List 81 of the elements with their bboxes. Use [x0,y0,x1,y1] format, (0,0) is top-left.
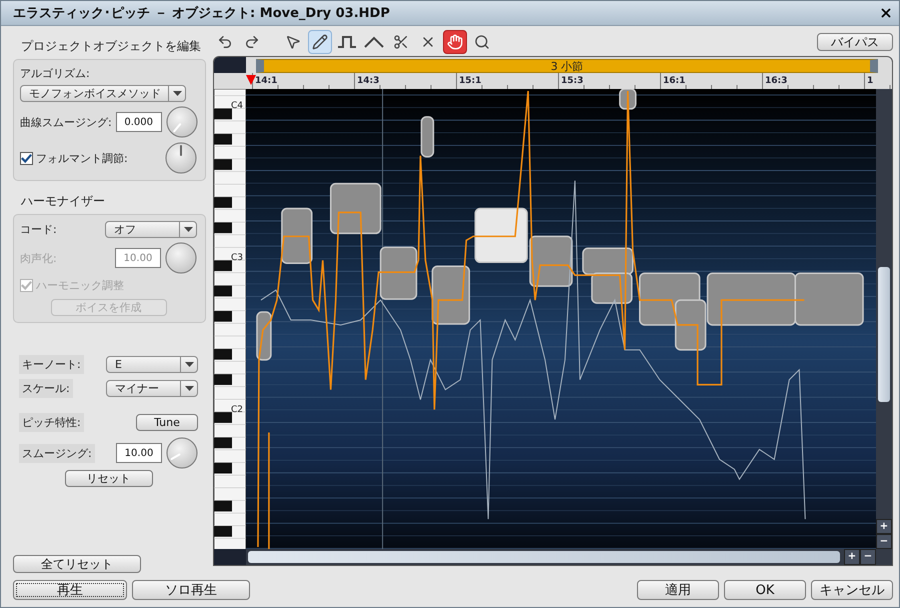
knob[interactable] [166,437,198,469]
field-label: アルゴリズム: [20,66,91,81]
checkbox-label: フォルマント調節: [36,150,128,166]
field-label: 肉声化: [20,250,57,266]
pencil-tool[interactable] [308,30,332,54]
corner-block [214,549,246,565]
pencil-icon [312,34,328,50]
dropdown[interactable]: マイナー [106,380,198,397]
region-label: 3 小節 [550,58,584,74]
note-block[interactable] [420,116,434,158]
number-field[interactable]: 10.00 [116,443,162,463]
knob[interactable] [165,242,197,274]
dropdown[interactable]: オフ [105,221,197,238]
scissors-icon [393,34,409,50]
knob[interactable] [166,106,198,138]
solo-play-button[interactable]: ソロ再生 [132,580,250,600]
cancel-button[interactable]: キャンセル [811,580,893,600]
horizontal-scrollbar[interactable]: + − [214,549,892,565]
caret-icon [184,227,192,232]
play-button[interactable]: 再生 [13,580,127,600]
field-label: コード: [20,222,57,237]
ruler-label: 15:3 [560,76,584,86]
ruler-label: 14:3 [356,76,380,86]
checkbox-label: ハーモニック調整 [36,278,124,293]
ruler-label: 1 [866,76,874,86]
close-button[interactable] [879,6,893,20]
piano-keys-drawing[interactable] [214,89,246,549]
apply-button[interactable]: 適用 [637,580,719,600]
reset-all-button[interactable]: 全てリセット [13,555,141,573]
note-block[interactable] [619,89,637,110]
note-block[interactable] [591,272,633,304]
number-field[interactable]: 0.000 [116,112,162,132]
note-block[interactable] [256,311,272,361]
zoom-in-button[interactable]: + [876,519,892,534]
caret-icon [184,362,194,367]
field-label: ピッチ特性: [19,413,84,432]
note-block[interactable] [281,208,313,264]
field-label: スムージング: [19,444,95,462]
window-title: エラスティック･ピッチ － オブジェクト: Move_Dry 03.HDP [13,4,390,22]
dropdown[interactable]: モノフォンボイスメソッド [20,85,186,102]
vertical-scrollbar[interactable]: + − [876,89,892,549]
step-line-icon [337,34,357,50]
reset-button[interactable]: リセット [64,470,152,487]
zoom-in-button[interactable]: + [844,549,860,565]
scroll-thumb[interactable] [878,267,890,402]
note-block[interactable] [432,265,470,325]
ruler-label: 16:1 [662,76,686,86]
pointer-icon [285,34,301,50]
knob[interactable] [165,142,197,174]
hand-tool[interactable] [443,30,467,54]
peak-line-icon [364,34,384,50]
zoom-out-button[interactable]: − [876,534,892,549]
tune-button[interactable]: Tune [136,414,198,431]
field-label: スケール: [19,379,73,398]
section-title: ハーモナイザー [21,193,106,210]
checkbox[interactable] [20,152,33,164]
ruler-label: 14:1 [254,76,278,86]
corner-block [214,57,246,73]
note-block[interactable] [330,182,382,234]
dropdown[interactable]: E [106,356,198,373]
undo-icon [217,34,233,50]
ok-button[interactable]: OK [724,580,806,600]
search-icon [474,34,490,50]
ruler-label: 15:1 [458,76,482,86]
ruler-label: 16:3 [764,76,788,86]
field-label: 曲線スムージング: [20,114,112,130]
section-title: プロジェクトオブジェクトを編集 [21,38,202,55]
time-ruler[interactable]: 14:1 14:3 15:1 15:3 16:1 16:3 1 [214,73,892,89]
note-label: C2 [230,405,243,415]
bypass-button[interactable]: バイパス [817,33,893,51]
note-label: C3 [230,253,243,263]
playhead-marker-icon[interactable] [246,75,256,85]
zoom-out-button[interactable]: − [860,549,876,565]
note-label: C4 [230,101,243,111]
field-label: キーノート: [19,355,84,374]
caret-icon [184,386,194,391]
redo-icon [244,34,260,50]
scroll-thumb[interactable] [248,551,840,563]
region-bar[interactable]: 3 小節 [256,59,878,73]
caret-icon [172,91,182,96]
hand-icon [447,34,463,50]
